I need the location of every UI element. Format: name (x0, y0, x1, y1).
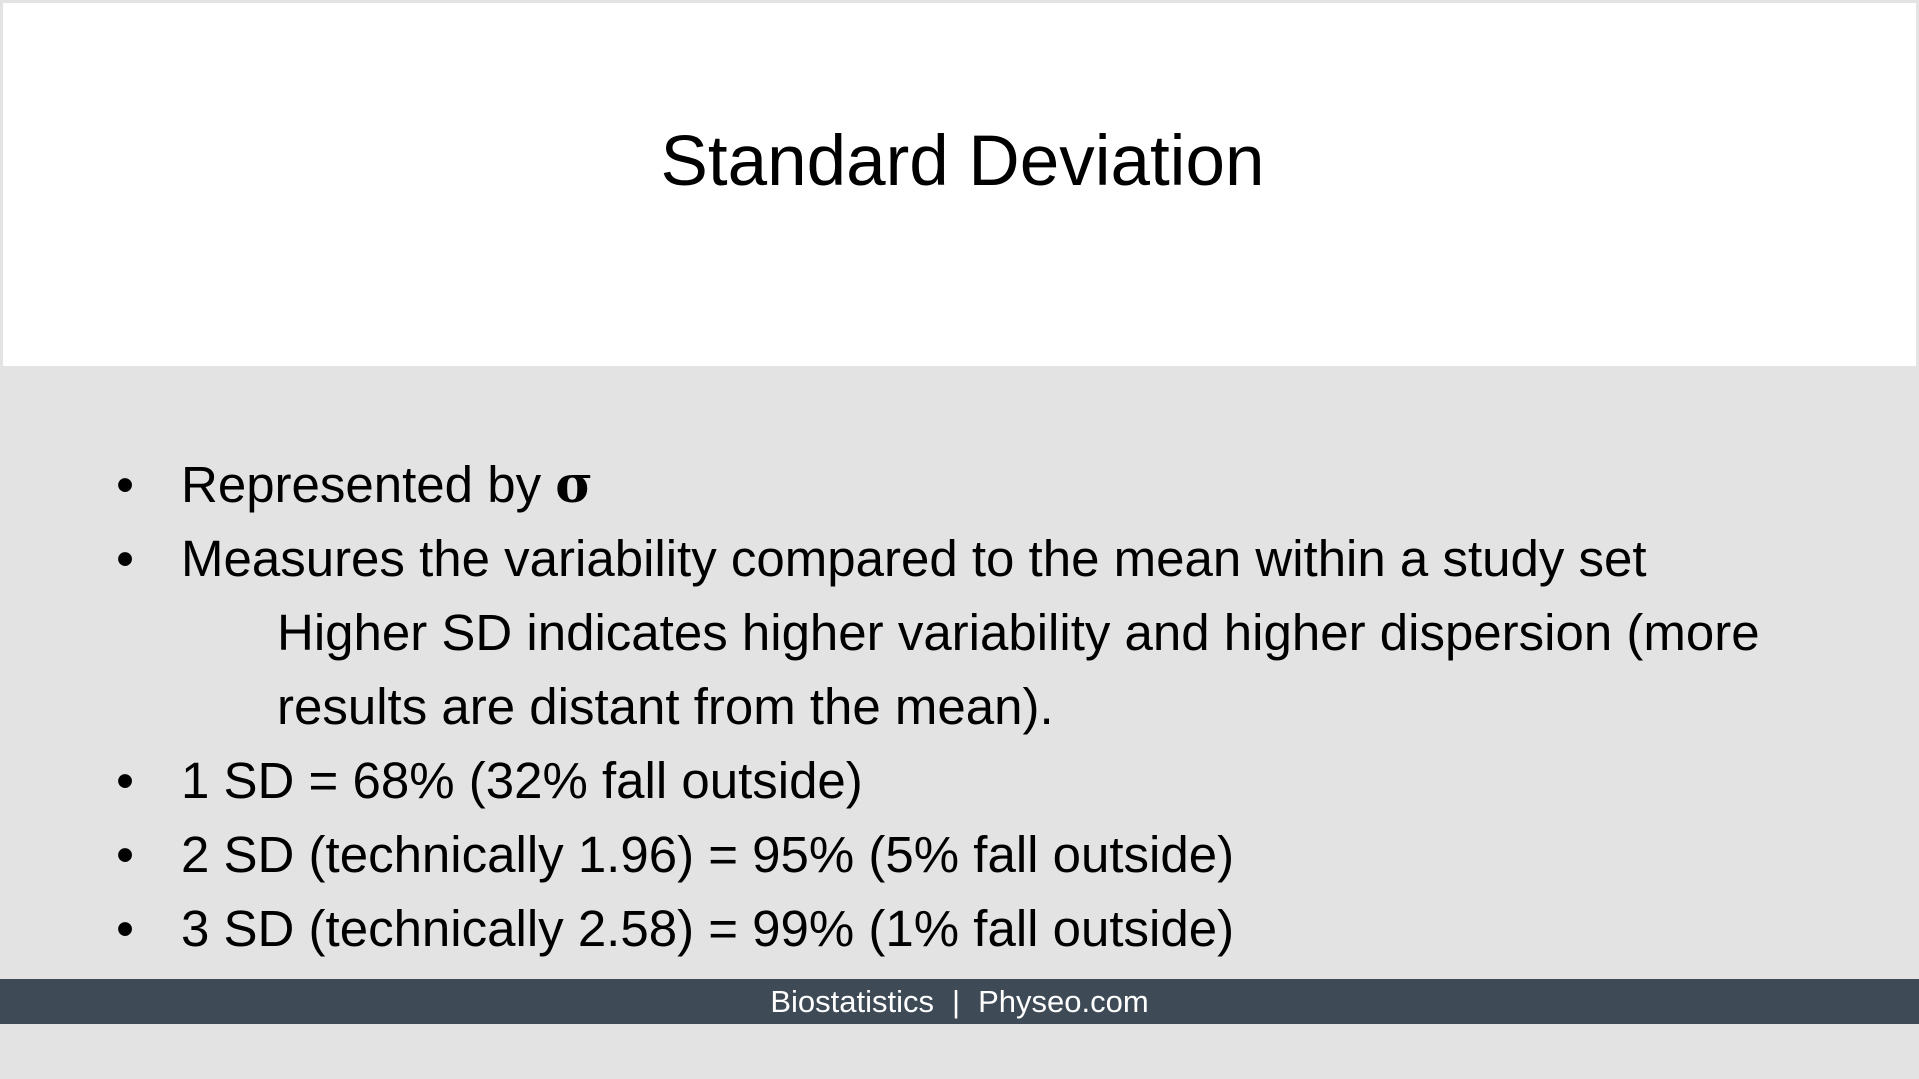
bullet-text: Measures the variability compared to the… (181, 530, 1647, 587)
bullet-text: 3 SD (technically 2.58) = 99% (1% fall o… (181, 900, 1235, 957)
bullet-marker: • (116, 456, 134, 513)
slide: Standard Deviation • Represented by σ • … (0, 0, 1919, 1079)
sub-item-line-2: results are distant from the mean). (0, 670, 1919, 744)
sub-item-text: Higher SD indicates higher variability a… (277, 604, 1760, 661)
slide-title: Standard Deviation (660, 122, 1265, 201)
sub-item-text: results are distant from the mean). (277, 678, 1054, 735)
footer-bar: Biostatistics | Physeo.com (0, 979, 1919, 1024)
bullet-text: 2 SD (technically 1.96) = 95% (5% fall o… (181, 826, 1235, 883)
bullet-text: Represented by σ (181, 448, 593, 522)
bullet-item-measures-variability: • Measures the variability compared to t… (0, 522, 1919, 596)
bullet-item-2-sd: • 2 SD (technically 1.96) = 95% (5% fall… (0, 818, 1919, 892)
bullet-item-1-sd: • 1 SD = 68% (32% fall outside) (0, 744, 1919, 818)
sigma-symbol: σ (555, 455, 593, 515)
footer-site-name: Physeo.com (978, 984, 1149, 1019)
sub-item-line-1: Higher SD indicates higher variability a… (0, 596, 1919, 670)
bullet-item-represented-by: • Represented by σ (0, 448, 1919, 522)
bullet-text: 1 SD = 68% (32% fall outside) (181, 752, 863, 809)
bullet-list: • Represented by σ • Measures the variab… (0, 448, 1919, 966)
bullet-marker: • (116, 900, 134, 957)
bullet-marker: • (116, 826, 134, 883)
bullet-item-3-sd: • 3 SD (technically 2.58) = 99% (1% fall… (0, 892, 1919, 966)
title-panel: Standard Deviation (0, 0, 1919, 369)
footer-separator: | (952, 984, 961, 1019)
footer-course-name: Biostatistics (770, 984, 935, 1019)
bullet-text-label: Represented by (181, 456, 556, 513)
bullet-marker: • (116, 530, 134, 587)
bullet-marker: • (116, 752, 134, 809)
